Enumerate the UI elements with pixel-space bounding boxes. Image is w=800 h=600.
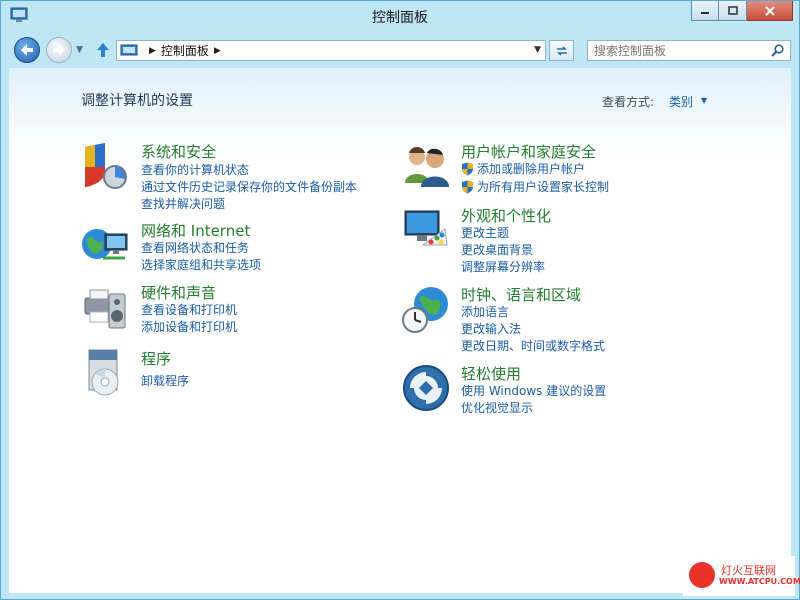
maximize-button[interactable] bbox=[719, 1, 747, 21]
network-globe-icon[interactable] bbox=[81, 220, 131, 270]
breadcrumb-chevron-icon[interactable]: ▶ bbox=[149, 46, 156, 56]
link-change-date-time-format[interactable]: 更改日期、时间或数字格式 bbox=[461, 337, 605, 354]
site-watermark: 灯火互联网 WWW.ATCPU.COM bbox=[683, 556, 800, 596]
watermark-logo-icon bbox=[689, 562, 715, 588]
link-add-remove-accounts[interactable]: 添加或删除用户帐户 bbox=[461, 160, 585, 177]
link-parental-controls[interactable]: 为所有用户设置家长控制 bbox=[461, 178, 609, 195]
link-add-language[interactable]: 添加语言 bbox=[461, 303, 509, 320]
view-by-chevron-down-icon[interactable]: ▼ bbox=[701, 96, 707, 105]
link-add-device-printer[interactable]: 添加设备和打印机 bbox=[141, 318, 237, 335]
search-box[interactable] bbox=[587, 40, 791, 61]
view-by-label: 查看方式: bbox=[602, 95, 655, 109]
link-change-theme[interactable]: 更改主题 bbox=[461, 224, 509, 241]
printer-speaker-icon[interactable] bbox=[81, 282, 131, 332]
link-file-history-backup[interactable]: 通过文件历史记录保存你的文件备份副本 bbox=[141, 178, 357, 195]
up-arrow-icon[interactable] bbox=[94, 41, 112, 59]
minimize-button[interactable] bbox=[691, 1, 719, 21]
forward-arrow-icon bbox=[53, 44, 65, 56]
close-icon bbox=[764, 5, 775, 16]
category-title-hardware-sound[interactable]: 硬件和声音 bbox=[141, 282, 216, 303]
globe-clock-icon[interactable] bbox=[401, 284, 451, 334]
control-panel-window: 控制面板 ▼ ▶ 控制面板 ▶ ▼ 搜索控制面板 调整计算机的设置 查看方式: … bbox=[0, 0, 800, 600]
category-user-accounts: 用户帐户和家庭安全 添加或删除用户帐户 为所有用户设置家长控制 bbox=[401, 141, 701, 196]
page-title: 调整计算机的设置 bbox=[81, 93, 193, 109]
address-bar[interactable]: ▶ 控制面板 ▶ ▼ bbox=[116, 40, 546, 61]
window-controls bbox=[691, 1, 793, 21]
link-homegroup-sharing[interactable]: 选择家庭组和共享选项 bbox=[141, 256, 261, 273]
minimize-icon bbox=[701, 11, 709, 14]
link-adjust-resolution[interactable]: 调整屏幕分辨率 bbox=[461, 258, 545, 275]
category-network-internet: 网络和 Internet 查看网络状态和任务 选择家庭组和共享选项 bbox=[81, 220, 381, 275]
refresh-button[interactable] bbox=[549, 40, 574, 61]
category-title-appearance[interactable]: 外观和个性化 bbox=[461, 205, 551, 226]
address-dropdown-icon[interactable]: ▼ bbox=[534, 45, 541, 55]
breadcrumb-control-panel[interactable]: 控制面板 bbox=[161, 42, 209, 59]
back-button[interactable] bbox=[14, 37, 40, 63]
forward-button[interactable] bbox=[46, 37, 72, 63]
category-clock-language-region: 时钟、语言和区域 添加语言 更改输入法 更改日期、时间或数字格式 bbox=[401, 284, 701, 354]
search-icon[interactable] bbox=[771, 44, 784, 57]
navigation-bar: ▼ ▶ 控制面板 ▶ ▼ bbox=[1, 32, 799, 68]
uac-shield-icon bbox=[462, 180, 473, 193]
category-ease-of-access: 轻松使用 使用 Windows 建议的设置 优化视觉显示 bbox=[401, 363, 701, 418]
category-title-system-security[interactable]: 系统和安全 bbox=[141, 141, 216, 162]
link-optimize-visual-display[interactable]: 优化视觉显示 bbox=[461, 399, 533, 416]
link-uninstall-program[interactable]: 卸载程序 bbox=[141, 372, 189, 389]
main-content: 调整计算机的设置 查看方式: 类别 ▼ 系统和安全 查看你的计算机状态 通过文件… bbox=[9, 68, 791, 593]
link-parental-controls-label[interactable]: 为所有用户设置家长控制 bbox=[477, 178, 609, 195]
category-programs: 程序 卸载程序 bbox=[81, 348, 381, 398]
recent-locations-dropdown[interactable]: ▼ bbox=[76, 45, 83, 55]
link-troubleshoot[interactable]: 查找并解决问题 bbox=[141, 195, 225, 212]
link-network-status-tasks[interactable]: 查看网络状态和任务 bbox=[141, 239, 249, 256]
view-by-dropdown[interactable]: 类别 bbox=[669, 93, 693, 110]
search-input[interactable] bbox=[594, 43, 764, 58]
link-change-desktop-background[interactable]: 更改桌面背景 bbox=[461, 241, 533, 258]
breadcrumb-chevron-icon[interactable]: ▶ bbox=[214, 46, 221, 56]
display-palette-icon[interactable] bbox=[401, 205, 451, 255]
users-icon[interactable] bbox=[401, 141, 451, 191]
link-windows-suggested-settings[interactable]: 使用 Windows 建议的设置 bbox=[461, 382, 606, 399]
watermark-url: WWW.ATCPU.COM bbox=[719, 577, 800, 586]
programs-disc-icon[interactable] bbox=[81, 348, 131, 398]
watermark-label: 灯火互联网 bbox=[721, 564, 776, 577]
category-title-clock-language-region[interactable]: 时钟、语言和区域 bbox=[461, 284, 581, 305]
category-title-user-accounts[interactable]: 用户帐户和家庭安全 bbox=[461, 141, 596, 162]
title-bar[interactable]: 控制面板 bbox=[1, 1, 799, 32]
category-title-ease-of-access[interactable]: 轻松使用 bbox=[461, 363, 521, 384]
close-button[interactable] bbox=[747, 1, 793, 21]
ease-of-access-icon[interactable] bbox=[401, 363, 451, 413]
category-appearance: 外观和个性化 更改主题 更改桌面背景 调整屏幕分辨率 bbox=[401, 205, 701, 275]
link-view-devices-printers[interactable]: 查看设备和打印机 bbox=[141, 301, 237, 318]
window-title: 控制面板 bbox=[372, 10, 428, 26]
refresh-icon bbox=[556, 45, 567, 56]
link-view-computer-status[interactable]: 查看你的计算机状态 bbox=[141, 161, 249, 178]
category-hardware-sound: 硬件和声音 查看设备和打印机 添加设备和打印机 bbox=[81, 282, 381, 337]
maximize-icon bbox=[727, 6, 738, 15]
back-arrow-icon bbox=[21, 44, 33, 56]
category-title-programs[interactable]: 程序 bbox=[141, 348, 171, 369]
link-add-remove-accounts-label[interactable]: 添加或删除用户帐户 bbox=[477, 160, 585, 177]
category-title-network-internet[interactable]: 网络和 Internet bbox=[141, 220, 250, 241]
link-change-input-method[interactable]: 更改输入法 bbox=[461, 320, 521, 337]
shield-chart-icon[interactable] bbox=[81, 141, 131, 191]
control-panel-small-icon bbox=[120, 44, 138, 55]
uac-shield-icon bbox=[462, 162, 473, 175]
category-system-security: 系统和安全 查看你的计算机状态 通过文件历史记录保存你的文件备份副本 查找并解决… bbox=[81, 141, 381, 211]
